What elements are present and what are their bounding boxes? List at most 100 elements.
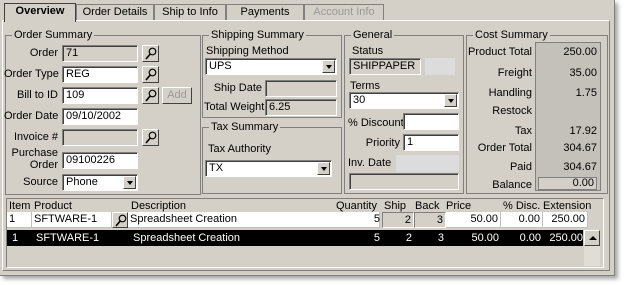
bill-to-field[interactable]: 109 [62,87,138,104]
purchase-order-label-2: Order [29,159,58,171]
col-header-extension[interactable]: Extension [543,200,591,212]
tax-label: Tax [514,125,532,137]
cell-product[interactable]: SFTWARE-1 [32,212,112,228]
chevron-down-icon[interactable] [317,162,330,175]
col-header-discount[interactable]: % Disc. [503,200,540,212]
cell-quantity[interactable]: 5 [335,231,382,247]
order-type-field[interactable]: REG [62,66,138,83]
inv-date-label: Inv. Date [348,157,392,169]
chevron-down-icon[interactable] [123,176,136,189]
terms-label: Terms [350,80,380,92]
cell-discount[interactable]: 0.00 [501,212,543,228]
order-total-value: 304.67 [563,142,597,154]
restock-label: Restock [492,105,532,117]
freight-label: Freight [497,67,532,79]
col-header-description[interactable]: Description [131,200,186,212]
tax-value: 17.92 [569,125,597,137]
purchase-order-field[interactable]: 09100226 [62,152,138,169]
balance-value: 0.00 [538,177,597,190]
priority-label: Priority [365,137,400,149]
cell-product[interactable]: SFTWARE-1 [34,231,124,247]
cell-ship[interactable]: 2 [382,231,414,247]
tax-authority-label: Tax Authority [208,143,271,155]
balance-label: Balance [492,179,532,191]
priority-field[interactable]: 1 [403,134,459,151]
cell-item[interactable]: 1 [7,212,32,228]
general-notes-field [349,173,459,190]
terms-value: 30 [353,94,366,106]
scroll-up-icon[interactable] [584,230,600,246]
invoice-lookup-button[interactable] [142,129,159,146]
cell-ship: 2 [382,212,414,228]
order-lookup-button[interactable] [142,45,159,62]
col-header-quantity[interactable]: Quantity [336,200,377,212]
col-header-item[interactable]: Item [9,200,30,212]
cell-price[interactable]: 50.00 [446,231,501,247]
paid-label: Paid [509,161,532,173]
tab-overview[interactable]: Overview [4,3,76,22]
cost-summary-title: Cost Summary [473,29,550,41]
product-total-label: Product Total [468,46,533,58]
bill-to-lookup-button[interactable] [142,87,159,104]
cell-extension: 250.00 [543,212,588,228]
inv-date-field [396,155,459,172]
shipping-summary-title: Shipping Summary [209,29,306,41]
source-select[interactable]: Phone [62,174,138,191]
discount-label: % Discount [348,117,404,129]
magnifier-icon [145,89,157,102]
source-label: Source [23,176,58,188]
handling-label: Handling [488,87,532,99]
ship-date-field [265,80,337,97]
status-extra-field [425,58,455,75]
order-label: Order [29,47,58,59]
tab-ship-to-info[interactable]: Ship to Info [154,4,226,20]
tax-authority-select[interactable]: TX [205,160,332,177]
shipping-method-select[interactable]: UPS [205,58,337,75]
order-total-label: Order Total [477,142,532,154]
order-type-lookup-button[interactable] [142,66,159,83]
source-value: Phone [66,176,98,188]
discount-field[interactable] [403,113,459,130]
col-header-product[interactable]: Product [34,200,72,212]
tab-payments[interactable]: Payments [226,4,304,20]
col-header-ship[interactable]: Ship [384,200,406,212]
add-button: Add [162,87,192,104]
cell-back: 3 [414,212,446,228]
invoice-field [62,129,138,146]
product-total-value: 250.00 [563,46,597,58]
ship-date-label: Ship Date [213,82,262,94]
terms-select[interactable]: 30 [349,92,459,109]
order-date-field[interactable]: 09/10/2002 [62,108,138,125]
tax-authority-value: TX [209,162,224,174]
general-title: General [351,29,395,41]
cell-discount[interactable]: 0.00 [501,231,543,247]
magnifier-icon [115,214,127,227]
cell-item[interactable]: 1 [10,231,35,247]
table-row-selected[interactable]: 1 SFTWARE-1 Spreadsheet Creation 5 2 3 5… [7,230,583,246]
col-header-back[interactable]: Back [415,200,439,212]
order-field: 71 [62,45,138,62]
paid-value: 304.67 [563,161,597,173]
status-field: SHIPPAPER [349,58,421,75]
cell-description[interactable]: Spreadsheet Creation [131,231,341,247]
total-weight-label: Total Weight [204,101,265,113]
freight-value: 35.00 [569,67,597,79]
bill-to-label: Bill to ID [17,89,58,101]
col-header-price[interactable]: Price [446,200,471,212]
cell-extension[interactable]: 250.00 [543,231,585,247]
magnifier-icon [145,47,157,60]
chevron-down-icon[interactable] [444,94,457,107]
cell-quantity[interactable]: 5 [335,212,382,228]
tab-order-details[interactable]: Order Details [76,4,154,20]
handling-value: 1.75 [575,87,597,99]
cell-price[interactable]: 50.00 [446,212,501,228]
cell-back[interactable]: 3 [414,231,446,247]
order-window: Overview Order Details Ship to Info Paym… [0,0,615,276]
tax-summary-title: Tax Summary [209,121,281,133]
total-weight-field: 6.25 [265,99,337,116]
grid-scrollbar[interactable] [584,230,600,266]
order-date-label: Order Date [4,110,59,122]
product-lookup-button[interactable] [112,212,128,228]
chevron-down-icon[interactable] [322,60,335,73]
magnifier-icon [145,68,157,81]
